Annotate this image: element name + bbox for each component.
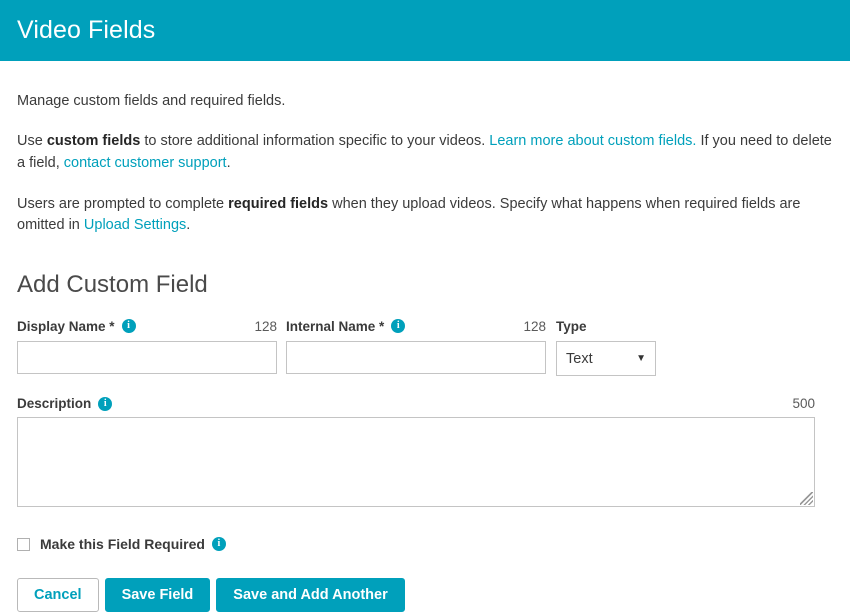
contact-customer-support-link[interactable]: contact customer support	[64, 155, 227, 171]
page-content: Manage custom fields and required fields…	[0, 91, 850, 612]
type-group: Type Text ▼	[556, 317, 656, 376]
internal-name-input[interactable]	[286, 341, 546, 374]
type-select-wrap: Text ▼	[556, 341, 656, 376]
description-char-limit: 500	[792, 396, 815, 411]
learn-more-custom-fields-link[interactable]: Learn more about custom fields.	[489, 133, 696, 149]
description-textarea-wrap	[17, 417, 815, 507]
info-icon[interactable]: i	[122, 319, 136, 333]
display-name-group: Display Name * i 128	[17, 317, 277, 374]
para2-bold-required-fields: required fields	[228, 196, 328, 212]
para2-segment-3: .	[186, 217, 190, 233]
display-name-label-row: Display Name * i 128	[17, 317, 277, 335]
type-select[interactable]: Text ▼	[556, 341, 656, 376]
page-title: Video Fields	[17, 18, 155, 43]
field-row-names: Display Name * i 128 Internal Name * i 1…	[17, 317, 833, 376]
info-icon[interactable]: i	[391, 319, 405, 333]
save-field-button[interactable]: Save Field	[105, 578, 211, 612]
para2-segment-1: Users are prompted to complete	[17, 196, 228, 212]
cancel-button[interactable]: Cancel	[17, 578, 99, 612]
para1-segment-2: to store additional information specific…	[140, 133, 489, 149]
internal-name-label-row: Internal Name * i 128	[286, 317, 546, 335]
type-label: Type	[556, 319, 587, 334]
page-header: Video Fields	[0, 0, 850, 61]
internal-name-group: Internal Name * i 128	[286, 317, 546, 374]
display-name-char-limit: 128	[254, 319, 277, 334]
upload-settings-link[interactable]: Upload Settings	[84, 217, 186, 233]
make-field-required-label: Make this Field Required	[40, 536, 205, 552]
custom-fields-paragraph: Use custom fields to store additional in…	[17, 131, 833, 175]
description-textarea[interactable]	[17, 417, 815, 507]
description-group: Description i 500	[17, 396, 815, 507]
required-fields-paragraph: Users are prompted to complete required …	[17, 194, 833, 238]
intro-line: Manage custom fields and required fields…	[17, 91, 833, 112]
display-name-label: Display Name *	[17, 319, 115, 334]
form-actions: Cancel Save Field Save and Add Another	[17, 578, 833, 612]
info-icon[interactable]: i	[98, 397, 112, 411]
description-label: Description	[17, 396, 91, 411]
make-field-required-checkbox[interactable]	[17, 538, 30, 551]
internal-name-label: Internal Name *	[286, 319, 384, 334]
info-icon[interactable]: i	[212, 537, 226, 551]
para1-segment-4: .	[227, 155, 231, 171]
display-name-input[interactable]	[17, 341, 277, 374]
add-custom-field-heading: Add Custom Field	[17, 272, 833, 298]
internal-name-char-limit: 128	[523, 319, 546, 334]
type-select-value: Text	[566, 351, 593, 367]
description-label-row: Description i 500	[17, 396, 815, 411]
type-label-row: Type	[556, 317, 656, 335]
para1-bold-custom-fields: custom fields	[47, 133, 140, 149]
make-required-row: Make this Field Required i	[17, 536, 833, 552]
save-and-add-another-button[interactable]: Save and Add Another	[216, 578, 404, 612]
chevron-down-icon: ▼	[636, 354, 646, 364]
para1-segment-1: Use	[17, 133, 47, 149]
